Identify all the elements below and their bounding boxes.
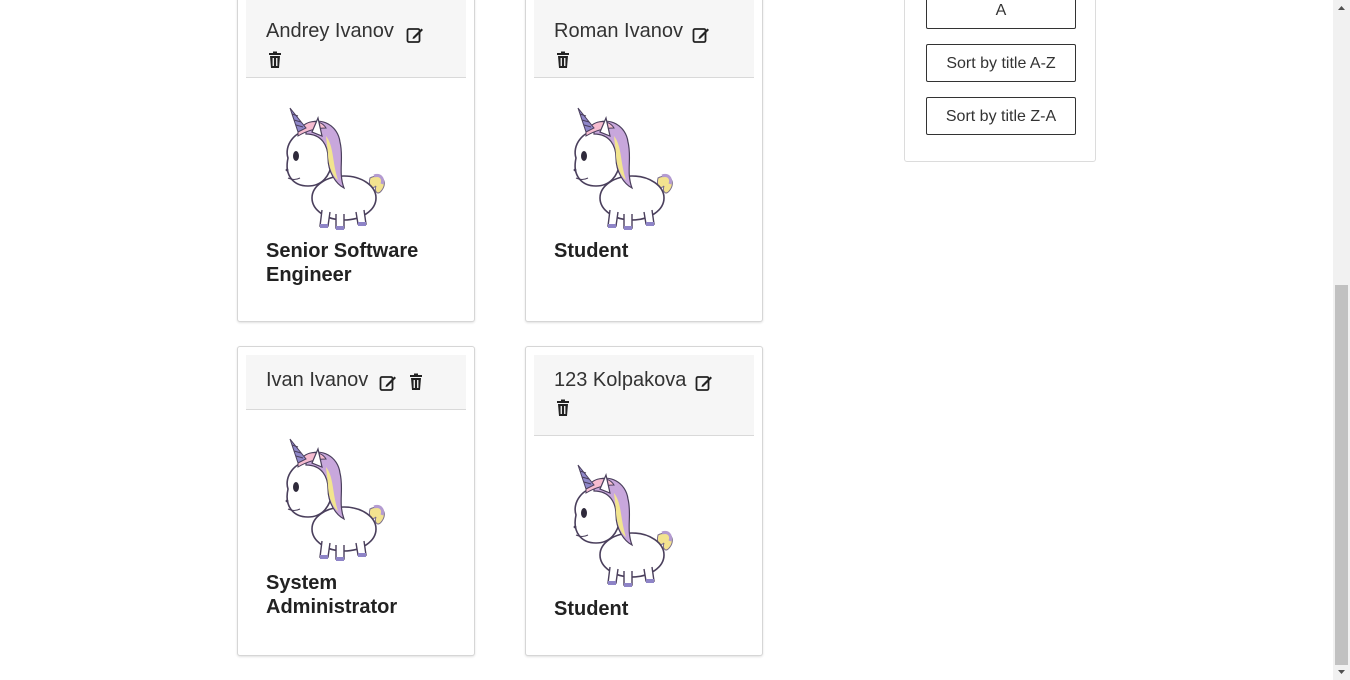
trash-icon[interactable] [407,373,425,391]
vertical-scrollbar[interactable] [1333,0,1350,680]
trash-icon[interactable] [554,51,572,69]
unicorn-avatar [566,463,678,589]
card-header: 123 Kolpakova [534,355,754,436]
edit-icon[interactable] [406,26,424,44]
card-role: Senior Software Engineer [266,240,419,286]
trash-icon[interactable] [266,51,284,69]
card-title: 123 Kolpakova [554,369,687,391]
person-card: Roman Ivanov Student [525,0,763,322]
sort-title-za-button[interactable]: Sort by title Z-A [926,97,1076,135]
unicorn-avatar [278,437,390,563]
card-title: Roman Ivanov [554,20,683,42]
scrollbar-thumb[interactable] [1335,285,1348,665]
unicorn-avatar [566,106,678,232]
card-role: Student [554,240,629,262]
edit-icon[interactable] [692,26,710,44]
card-role: Student [554,598,629,620]
sort-panel: A Sort by title A-Z Sort by title Z-A [904,0,1096,162]
card-title: Andrey Ivanov [266,20,394,42]
trash-icon[interactable] [554,399,572,417]
card-header: Andrey Ivanov [246,0,466,78]
person-card: Ivan Ivanov System Administrator [237,346,475,656]
scroll-up-icon[interactable] [1333,0,1350,17]
person-card: Andrey Ivanov Senior Software Engineer [237,0,475,322]
unicorn-avatar [278,106,390,232]
card-title: Ivan Ivanov [266,369,369,391]
sort-button-partial[interactable]: A [926,0,1076,29]
person-card: 123 Kolpakova Student [525,346,763,656]
scroll-down-icon[interactable] [1333,663,1350,680]
edit-icon[interactable] [379,374,397,392]
edit-icon[interactable] [695,374,713,392]
card-role: System Administrator [266,572,398,618]
card-header: Ivan Ivanov [246,355,466,410]
sort-title-az-button[interactable]: Sort by title A-Z [926,44,1076,82]
card-header: Roman Ivanov [534,0,754,78]
